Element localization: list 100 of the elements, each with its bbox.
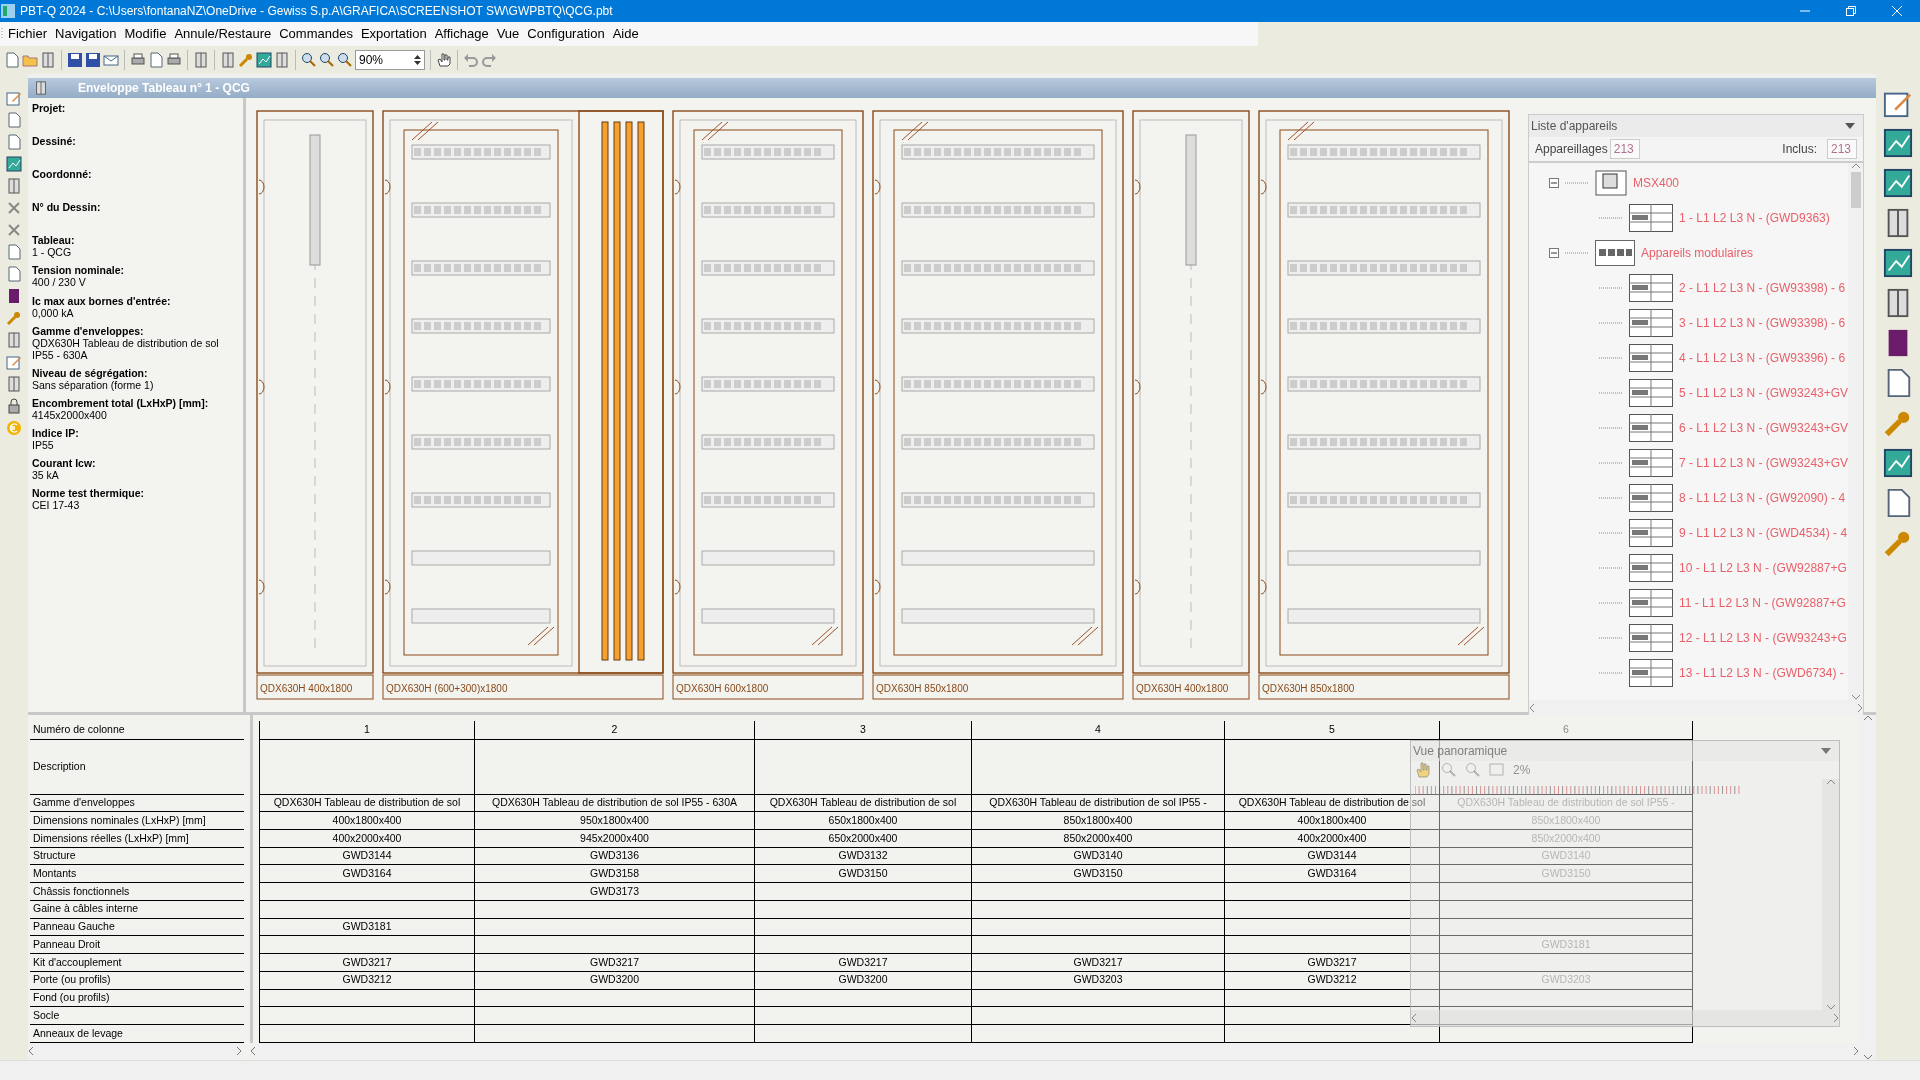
row-header: Châssis fonctionnels [30,882,244,901]
scrollbar[interactable] [1822,779,1839,1010]
chart-icon[interactable] [1883,448,1913,478]
table-cell: GWD3150 [754,865,972,883]
device-label[interactable]: 1 - L1 L2 L3 N - (GWD9363) [1679,208,1830,227]
menu-item[interactable]: Navigation [51,24,121,44]
device-group-label[interactable]: Appareils modulaires [1641,243,1754,262]
info-label: Tableau: [32,234,76,247]
row-header: Gamme d'enveloppes [30,794,244,812]
cross-icon[interactable] [6,222,22,238]
edit-icon[interactable] [6,354,22,370]
scroll-right-icon[interactable] [237,1047,242,1055]
modular-device-icon [1629,588,1673,617]
tool-icon[interactable] [238,52,254,68]
table-cell: 945x2000x400 [474,829,755,848]
scrollbar[interactable] [1848,163,1863,700]
device-label[interactable]: 10 - L1 L2 L3 N - (GW92887+G [1679,558,1847,577]
collapse-icon[interactable] [1549,177,1559,188]
edit-icon[interactable] [6,90,22,106]
scroll-right-icon[interactable] [1834,1014,1839,1022]
device-label[interactable]: 2 - L1 L2 L3 N - (GW93398) - 6 [1679,278,1846,297]
doc-icon[interactable] [6,112,22,128]
save-as-icon[interactable] [85,52,101,68]
device-label[interactable]: 11 - L1 L2 L3 N - (GW92887+G [1679,593,1846,612]
table-cell: GWD3217 [971,953,1225,972]
menu-item[interactable]: Fichier [4,24,51,44]
zoom-field[interactable]: 90% [355,50,425,70]
lock-icon[interactable] [6,398,22,414]
mail-icon[interactable] [103,52,119,68]
doc-icon[interactable] [6,134,22,150]
zoom-window-icon[interactable] [337,52,353,68]
table-cell: QDX630H Tableau de distribution de sol [1224,794,1440,812]
scroll-up-icon[interactable] [1851,163,1860,168]
dropdown-icon[interactable] [1845,123,1855,129]
scroll-up-icon[interactable] [1826,779,1835,784]
device-group-label[interactable]: MSX400 [1633,173,1680,192]
chart-icon[interactable] [6,156,22,172]
device-label[interactable]: 7 - L1 L2 L3 N - (GW93243+GV [1679,453,1849,472]
panel-icon[interactable] [6,376,22,392]
redo-icon[interactable] [481,52,497,68]
menu-item[interactable]: Annule/Restaure [170,24,276,44]
row-header: Panneau Droit [30,935,244,954]
scroll-right-icon[interactable] [1858,704,1863,712]
device-label[interactable]: 12 - L1 L2 L3 N - (GW93243+G [1679,628,1847,647]
scroll-down-icon[interactable] [1826,1005,1835,1010]
page-icon[interactable] [148,52,164,68]
doc-icon[interactable] [6,244,22,260]
search-icon[interactable] [319,52,335,68]
device-label[interactable]: 9 - L1 L2 L3 N - (GWD4534) - 4 [1679,523,1848,542]
save-icon[interactable] [67,52,83,68]
panel-title: Enveloppe Tableau n° 1 - QCG [78,80,250,97]
scrollbar[interactable] [1411,1010,1839,1026]
menu-item[interactable]: Configuration [523,24,609,44]
dropdown-icon[interactable] [1821,748,1831,754]
doc-icon[interactable] [6,266,22,282]
scroll-left-icon[interactable] [28,1047,33,1055]
open-folder-icon[interactable] [22,52,38,68]
table-cell: GWD3181 [1439,935,1693,954]
cabinet-label: QDX630H 400x1800 [1136,683,1229,694]
collapse-icon[interactable] [1549,247,1559,258]
device-label[interactable]: 6 - L1 L2 L3 N - (GW93243+GV [1679,418,1849,437]
device-label[interactable]: 8 - L1 L2 L3 N - (GW92090) - 4 [1679,488,1846,507]
menu-item[interactable]: Modifie [120,24,171,44]
device-label[interactable]: 4 - L1 L2 L3 N - (GW93396) - 6 [1679,348,1846,367]
menu-item[interactable]: Exportation [356,24,431,44]
wrench-icon[interactable] [6,310,22,326]
cabinet-icon[interactable] [274,52,290,68]
chart-icon[interactable] [256,52,272,68]
scroll-left-icon[interactable] [1411,1014,1416,1022]
cross-icon[interactable] [6,200,22,216]
undo-icon[interactable] [463,52,479,68]
printer-icon[interactable] [166,52,182,68]
zoom-in-icon[interactable] [301,52,317,68]
table-cell: GWD3181 [259,918,475,936]
scrollbar[interactable] [1529,700,1863,716]
dotted-line [1599,496,1623,499]
column-number: 1 [259,721,475,740]
panel-icon[interactable] [40,52,56,68]
menu-item[interactable]: Aide [608,24,643,44]
device-label[interactable]: 3 - L1 L2 L3 N - (GW93398) - 6 [1679,313,1846,332]
menu-item[interactable]: Commandes [275,24,357,44]
panel-icon[interactable] [6,178,22,194]
device-label[interactable]: 13 - L1 L2 L3 N - (GWD6734) - [1679,663,1844,682]
menu-item[interactable]: Vue [492,24,524,44]
new-document-icon[interactable] [4,52,20,68]
scroll-up-icon[interactable] [1863,715,1872,720]
scroll-left-icon[interactable] [1529,704,1534,712]
spin-icon[interactable] [414,54,421,66]
info-value: Sans séparation (forme 1) [32,378,155,391]
scroll-down-icon[interactable] [1851,695,1860,700]
menu-item[interactable]: Affichage [430,24,493,44]
hand-icon[interactable] [436,52,452,68]
scroll-right-icon[interactable] [1854,1047,1859,1055]
scroll-left-icon[interactable] [250,1047,255,1055]
device-label[interactable]: 5 - L1 L2 L3 N - (GW93243+GV [1679,383,1849,402]
panel-icon[interactable] [6,332,22,348]
print-icon[interactable] [130,52,146,68]
scroll-thumb[interactable] [1850,172,1861,208]
cabinet-icon[interactable] [34,81,48,95]
scroll-down-icon[interactable] [1863,1055,1872,1060]
